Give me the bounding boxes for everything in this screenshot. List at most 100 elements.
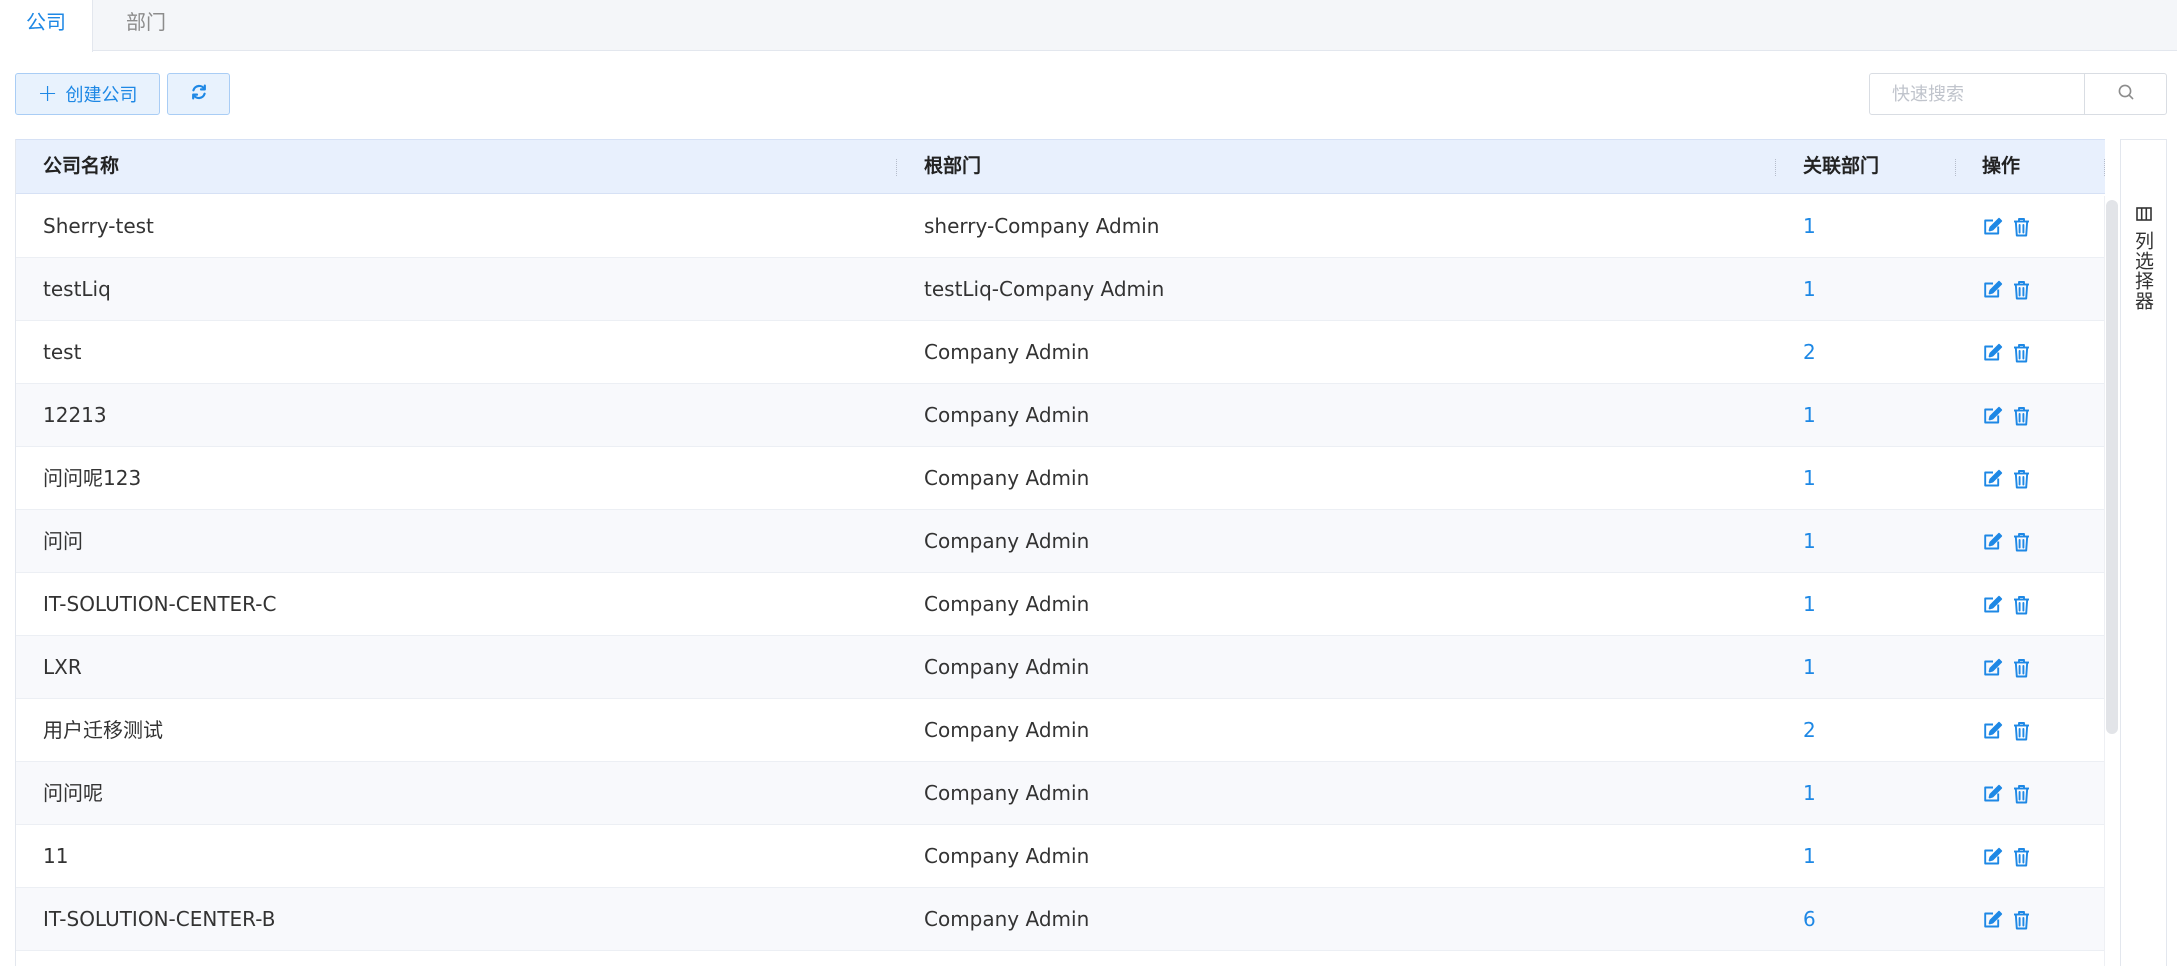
row-actions [1982,510,2030,573]
company-name-cell: Sherry-test [43,214,154,238]
linked-departments-link[interactable]: 1 [1803,510,1816,573]
column-header-company-name[interactable]: 公司名称 [43,140,119,195]
table-row[interactable]: testLiq testLiq-Company Admin 1 [16,258,2105,321]
column-resizer[interactable] [2104,159,2105,176]
linked-departments-link[interactable]: 2 [1803,699,1816,762]
company-name-cell: LXR [43,655,82,679]
edit-icon[interactable] [1982,343,2003,363]
table-row[interactable]: 问问呢 Company Admin 1 [16,762,2105,825]
column-header-linked-departments[interactable]: 关联部门 [1803,140,1879,195]
table-row[interactable]: 用户迁移测试 Company Admin 2 [16,699,2105,762]
column-resizer[interactable] [1955,159,1957,176]
linked-departments-link[interactable]: 1 [1803,825,1816,888]
root-department-cell: testLiq-Company Admin [924,277,1165,301]
company-name-cell: testLiq [43,277,111,301]
search-input[interactable] [1870,74,2085,114]
linked-departments-link[interactable]: 1 [1803,762,1816,825]
edit-icon[interactable] [1982,406,2003,426]
row-actions [1982,258,2030,321]
delete-icon[interactable] [2013,784,2030,804]
root-department-cell: sherry-Company Admin [924,214,1160,238]
linked-departments-link[interactable]: 1 [1803,258,1816,321]
table-row[interactable]: IT-SOLUTION-CENTER-C Company Admin 1 [16,573,2105,636]
company-name-cell: 11 [43,844,69,868]
linked-departments-link[interactable]: 1 [1803,636,1816,699]
table-row[interactable]: LXR Company Admin 1 [16,636,2105,699]
table-row[interactable]: 问问 Company Admin 1 [16,510,2105,573]
root-department-cell: Company Admin [924,718,1090,742]
edit-icon[interactable] [1982,784,2003,804]
edit-icon[interactable] [1982,910,2003,930]
delete-icon[interactable] [2013,343,2030,363]
table-header: 公司名称 根部门 关联部门 操作 [16,139,2105,194]
linked-departments-link[interactable]: 1 [1803,447,1816,510]
delete-icon[interactable] [2013,406,2030,426]
column-header-root-department[interactable]: 根部门 [924,140,981,195]
linked-departments-link[interactable]: 6 [1803,888,1816,951]
column-chooser-label: 列选择器 [2132,231,2154,311]
row-actions [1982,573,2030,636]
root-department-cell: Company Admin [924,466,1090,490]
company-name-cell: 用户迁移测试 [43,718,163,742]
company-name-cell: 问问呢123 [43,466,142,490]
linked-departments-link[interactable]: 2 [1803,321,1816,384]
delete-icon[interactable] [2013,658,2030,678]
column-header-actions: 操作 [1982,155,2021,177]
row-actions [1982,636,2030,699]
delete-icon[interactable] [2013,910,2030,930]
row-actions [1982,195,2030,258]
tab-company[interactable]: 公司 [0,0,93,52]
linked-departments-link[interactable]: 1 [1803,384,1816,447]
edit-icon[interactable] [1982,280,2003,300]
linked-departments-link[interactable]: 1 [1803,573,1816,636]
company-table: 公司名称 根部门 关联部门 操作 Sherry-test sherry-Compa… [15,139,2105,966]
refresh-button[interactable] [167,73,230,115]
edit-icon[interactable] [1982,469,2003,489]
column-resizer[interactable] [896,159,898,176]
table-row[interactable]: test Company Admin 2 [16,321,2105,384]
row-actions [1982,699,2030,762]
table-row[interactable]: Sherry-test sherry-Company Admin 1 [16,195,2105,258]
quick-search [1869,73,2167,115]
search-icon [2117,83,2135,105]
linked-departments-link[interactable]: 1 [1803,195,1816,258]
delete-icon[interactable] [2013,721,2030,741]
company-name-cell: test [43,340,82,364]
table-row[interactable]: 11 Company Admin 1 [16,825,2105,888]
root-department-cell: Company Admin [924,403,1090,427]
column-chooser-button[interactable]: 列选择器 [2121,206,2166,311]
column-chooser-panel: 列选择器 [2120,139,2167,966]
edit-icon[interactable] [1982,847,2003,867]
company-name-cell: 问问呢 [43,781,103,805]
refresh-icon [190,83,208,106]
edit-icon[interactable] [1982,217,2003,237]
row-actions [1982,762,2030,825]
table-row[interactable]: 12213 Company Admin 1 [16,384,2105,447]
tab-bar: 公司 部门 [0,0,2177,52]
delete-icon[interactable] [2013,469,2030,489]
table-row[interactable]: IT-SOLUTION-CENTER-B Company Admin 6 [16,888,2105,951]
delete-icon[interactable] [2013,847,2030,867]
columns-icon [2135,206,2152,225]
edit-icon[interactable] [1982,721,2003,741]
edit-icon[interactable] [1982,595,2003,615]
delete-icon[interactable] [2013,280,2030,300]
plus-icon: + [37,79,58,107]
tab-department[interactable]: 部门 [93,0,199,51]
edit-icon[interactable] [1982,658,2003,678]
company-name-cell: 12213 [43,403,107,427]
root-department-cell: Company Admin [924,529,1090,553]
delete-icon[interactable] [2013,217,2030,237]
table-scrollbar-thumb[interactable] [2106,200,2118,734]
delete-icon[interactable] [2013,532,2030,552]
create-company-button[interactable]: + 创建公司 [15,73,160,115]
search-button[interactable] [2085,74,2166,114]
root-department-cell: Company Admin [924,844,1090,868]
row-actions [1982,888,2030,951]
table-row[interactable]: 问问呢123 Company Admin 1 [16,447,2105,510]
column-resizer[interactable] [1775,159,1777,176]
edit-icon[interactable] [1982,532,2003,552]
row-actions [1982,825,2030,888]
root-department-cell: Company Admin [924,340,1090,364]
delete-icon[interactable] [2013,595,2030,615]
